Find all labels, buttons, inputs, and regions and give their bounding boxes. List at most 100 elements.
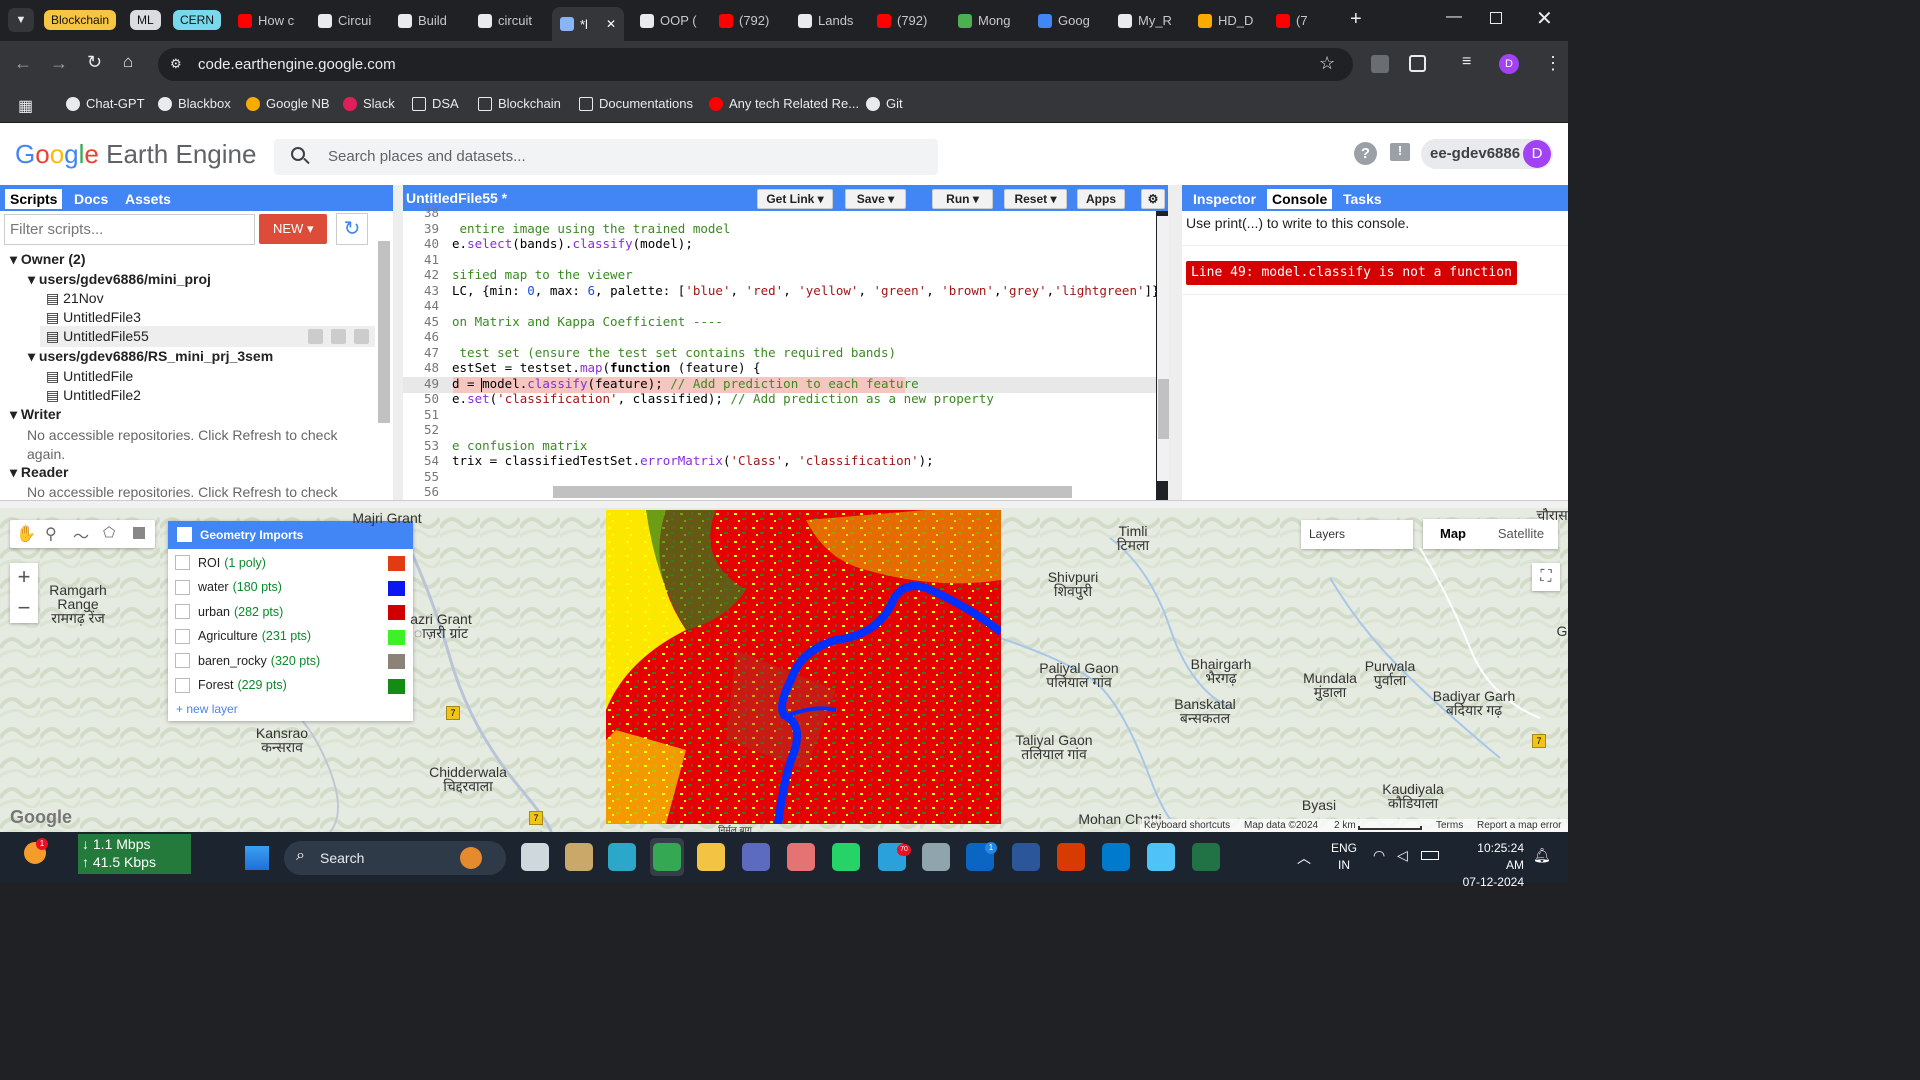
polygon-tool-icon[interactable]: ⬠	[103, 524, 115, 541]
layers-button[interactable]: Layers	[1301, 520, 1413, 549]
code-line[interactable]: 46	[403, 329, 1156, 345]
calculator-icon[interactable]	[742, 843, 770, 871]
code-line[interactable]: 41	[403, 252, 1156, 268]
media-icon[interactable]: ≡	[1462, 53, 1471, 71]
forward-arrow-icon[interactable]: →	[50, 53, 68, 74]
help-icon[interactable]: ?	[1354, 142, 1377, 165]
place-label-mundala[interactable]: Mundala मुंडाला	[1303, 671, 1357, 699]
code-line[interactable]: 39 entire image using the trained model	[403, 221, 1156, 237]
layer-checkbox[interactable]	[175, 677, 190, 693]
edit-icon[interactable]	[331, 329, 346, 344]
script-untitledfile55[interactable]: ▤ UntitledFile55	[46, 328, 149, 345]
delete-icon[interactable]	[354, 329, 369, 344]
place-label-nirmal[interactable]: निर्मल बाग	[718, 823, 752, 832]
place-label-timli[interactable]: Timli टिमला	[1117, 524, 1149, 552]
layer-checkbox[interactable]	[175, 604, 190, 619]
terms-link[interactable]: Terms	[1436, 820, 1463, 831]
taskbar-search-box[interactable]: ⌕ Search	[284, 841, 506, 875]
tab-scripts[interactable]: Scripts	[5, 189, 63, 209]
clock[interactable]: 10:25:24 AM 07-12-2024	[1458, 840, 1524, 891]
tree-reader[interactable]: ▾ Reader	[10, 464, 68, 481]
inkscape-icon[interactable]	[922, 843, 950, 871]
photos-icon[interactable]	[787, 843, 815, 871]
extension-icon[interactable]	[1371, 55, 1389, 73]
tray-chevron-icon[interactable]: ︿	[1297, 848, 1311, 868]
home-icon[interactable]: ⌂	[123, 52, 133, 72]
search-places-input[interactable]: Search places and datasets...	[274, 139, 938, 175]
satellite-button[interactable]: Satellite	[1487, 526, 1555, 541]
ee-logo[interactable]: Google Earth Engine	[15, 139, 256, 170]
bookmark-item[interactable]: Chat-GPT	[66, 96, 145, 111]
reload-icon[interactable]: ↻	[87, 52, 102, 73]
bookmark-star-icon[interactable]: ☆	[1319, 53, 1335, 74]
browser-tab[interactable]: circuit	[470, 7, 545, 34]
hand-pan-icon[interactable]: ✋	[16, 524, 36, 544]
editor-hscroll-thumb[interactable]	[553, 486, 1072, 498]
browser-tab[interactable]: Lands	[790, 7, 865, 34]
place-label-ramgarh[interactable]: Ramgarh Range रामगढ़ रेंज	[49, 583, 107, 625]
splitter-left[interactable]	[393, 185, 403, 500]
import-layer-row[interactable]: urban (282 pts)	[175, 604, 283, 619]
code-line[interactable]: 44	[403, 298, 1156, 314]
whatsapp-icon[interactable]	[832, 843, 860, 871]
code-line[interactable]: 38	[403, 205, 1156, 221]
code-line[interactable]: 40 e.select(bands).classify(model);	[403, 236, 1156, 252]
bookmark-item[interactable]: Google NB	[246, 96, 330, 111]
project-chip[interactable]: ee-gdev6886 D	[1421, 139, 1553, 169]
editor-vscroll-thumb[interactable]	[1158, 379, 1169, 439]
layer-checkbox[interactable]	[175, 579, 190, 595]
close-tab-icon[interactable]: ✕	[606, 17, 616, 31]
restore-button[interactable]	[1490, 12, 1502, 24]
tab-tasks[interactable]: Tasks	[1338, 189, 1387, 209]
browser-tab[interactable]: My_R	[1110, 7, 1185, 34]
browser-tab[interactable]: (792)	[711, 7, 786, 34]
header-checkbox[interactable]	[177, 527, 192, 542]
tree-writer[interactable]: ▾ Writer	[10, 406, 61, 423]
zoom-out-button[interactable]: −	[10, 595, 38, 621]
repo-mini-proj[interactable]: ▾ users/gdev6886/mini_proj	[28, 271, 211, 288]
browser-tab[interactable]: (7	[1268, 7, 1343, 34]
browser-tab[interactable]: How c	[230, 7, 305, 34]
script-untitledfile3[interactable]: ▤ UntitledFile3	[46, 309, 141, 326]
line-tool-icon[interactable]: 〜	[73, 523, 89, 547]
script-untitledfile2[interactable]: ▤ UntitledFile2	[46, 387, 141, 404]
map-canvas[interactable]: ✋ ⚲ 〜 ⬠ + − Geometry Imports ROI (1 poly)…	[0, 508, 1568, 832]
code-line[interactable]: 49 d = model.classify(feature); // Add pr…	[403, 376, 1156, 392]
place-label-purwala[interactable]: Purwala पुर्वाला	[1365, 659, 1416, 687]
rectangle-tool-icon[interactable]	[133, 527, 145, 539]
vscode-icon[interactable]	[1102, 843, 1130, 871]
editor-vscrollbar[interactable]	[1157, 216, 1169, 481]
tab-console[interactable]: Console	[1267, 189, 1333, 209]
back-arrow-icon[interactable]: ←	[14, 53, 32, 74]
place-label-kansrao[interactable]: Kansrao कन्सराव	[256, 726, 308, 754]
layer-color-swatch[interactable]	[388, 580, 405, 596]
tab-docs[interactable]: Docs	[69, 189, 113, 209]
code-line[interactable]: 42 sified map to the viewer	[403, 267, 1156, 283]
layer-color-swatch[interactable]	[388, 654, 405, 669]
new-script-button[interactable]: NEW ▾	[259, 214, 327, 244]
scripts-scrollbar[interactable]	[378, 241, 390, 423]
code-line[interactable]: 50 e.set('classification', classified); /…	[403, 391, 1156, 407]
import-layer-row[interactable]: Agriculture (231 pts)	[175, 628, 311, 644]
map-divider[interactable]	[0, 500, 1568, 508]
script-untitledfile[interactable]: ▤ UntitledFile	[46, 368, 133, 385]
tab-assets[interactable]: Assets	[120, 189, 176, 209]
office-icon[interactable]	[1057, 843, 1085, 871]
profile-avatar[interactable]: D	[1499, 54, 1519, 74]
browser-tab[interactable]: (792)	[869, 7, 944, 34]
layer-color-swatch[interactable]	[388, 556, 405, 571]
filter-scripts-input[interactable]: Filter scripts...	[4, 214, 255, 245]
bookmark-item[interactable]: Any tech Related Re...	[709, 96, 859, 111]
place-label-shivpuri[interactable]: Shivpuri शिवपुरी	[1048, 570, 1099, 598]
notepad-icon[interactable]	[1147, 843, 1175, 871]
place-label-bhairgarh[interactable]: Bhairgarh भैरगढ़	[1191, 657, 1252, 685]
code-line[interactable]: 45 on Matrix and Kappa Coefficient ----	[403, 314, 1156, 330]
tab-group-cern[interactable]: CERN	[173, 10, 222, 30]
script-21nov[interactable]: ▤ 21Nov	[46, 290, 104, 307]
browser-menu-icon[interactable]: ⋮	[1544, 53, 1562, 74]
code-line[interactable]: 51	[403, 407, 1156, 423]
feedback-icon[interactable]: !	[1390, 143, 1410, 161]
layer-checkbox[interactable]	[175, 628, 190, 644]
place-label-g[interactable]: G	[1557, 624, 1568, 638]
marker-tool-icon[interactable]: ⚲	[45, 524, 57, 544]
